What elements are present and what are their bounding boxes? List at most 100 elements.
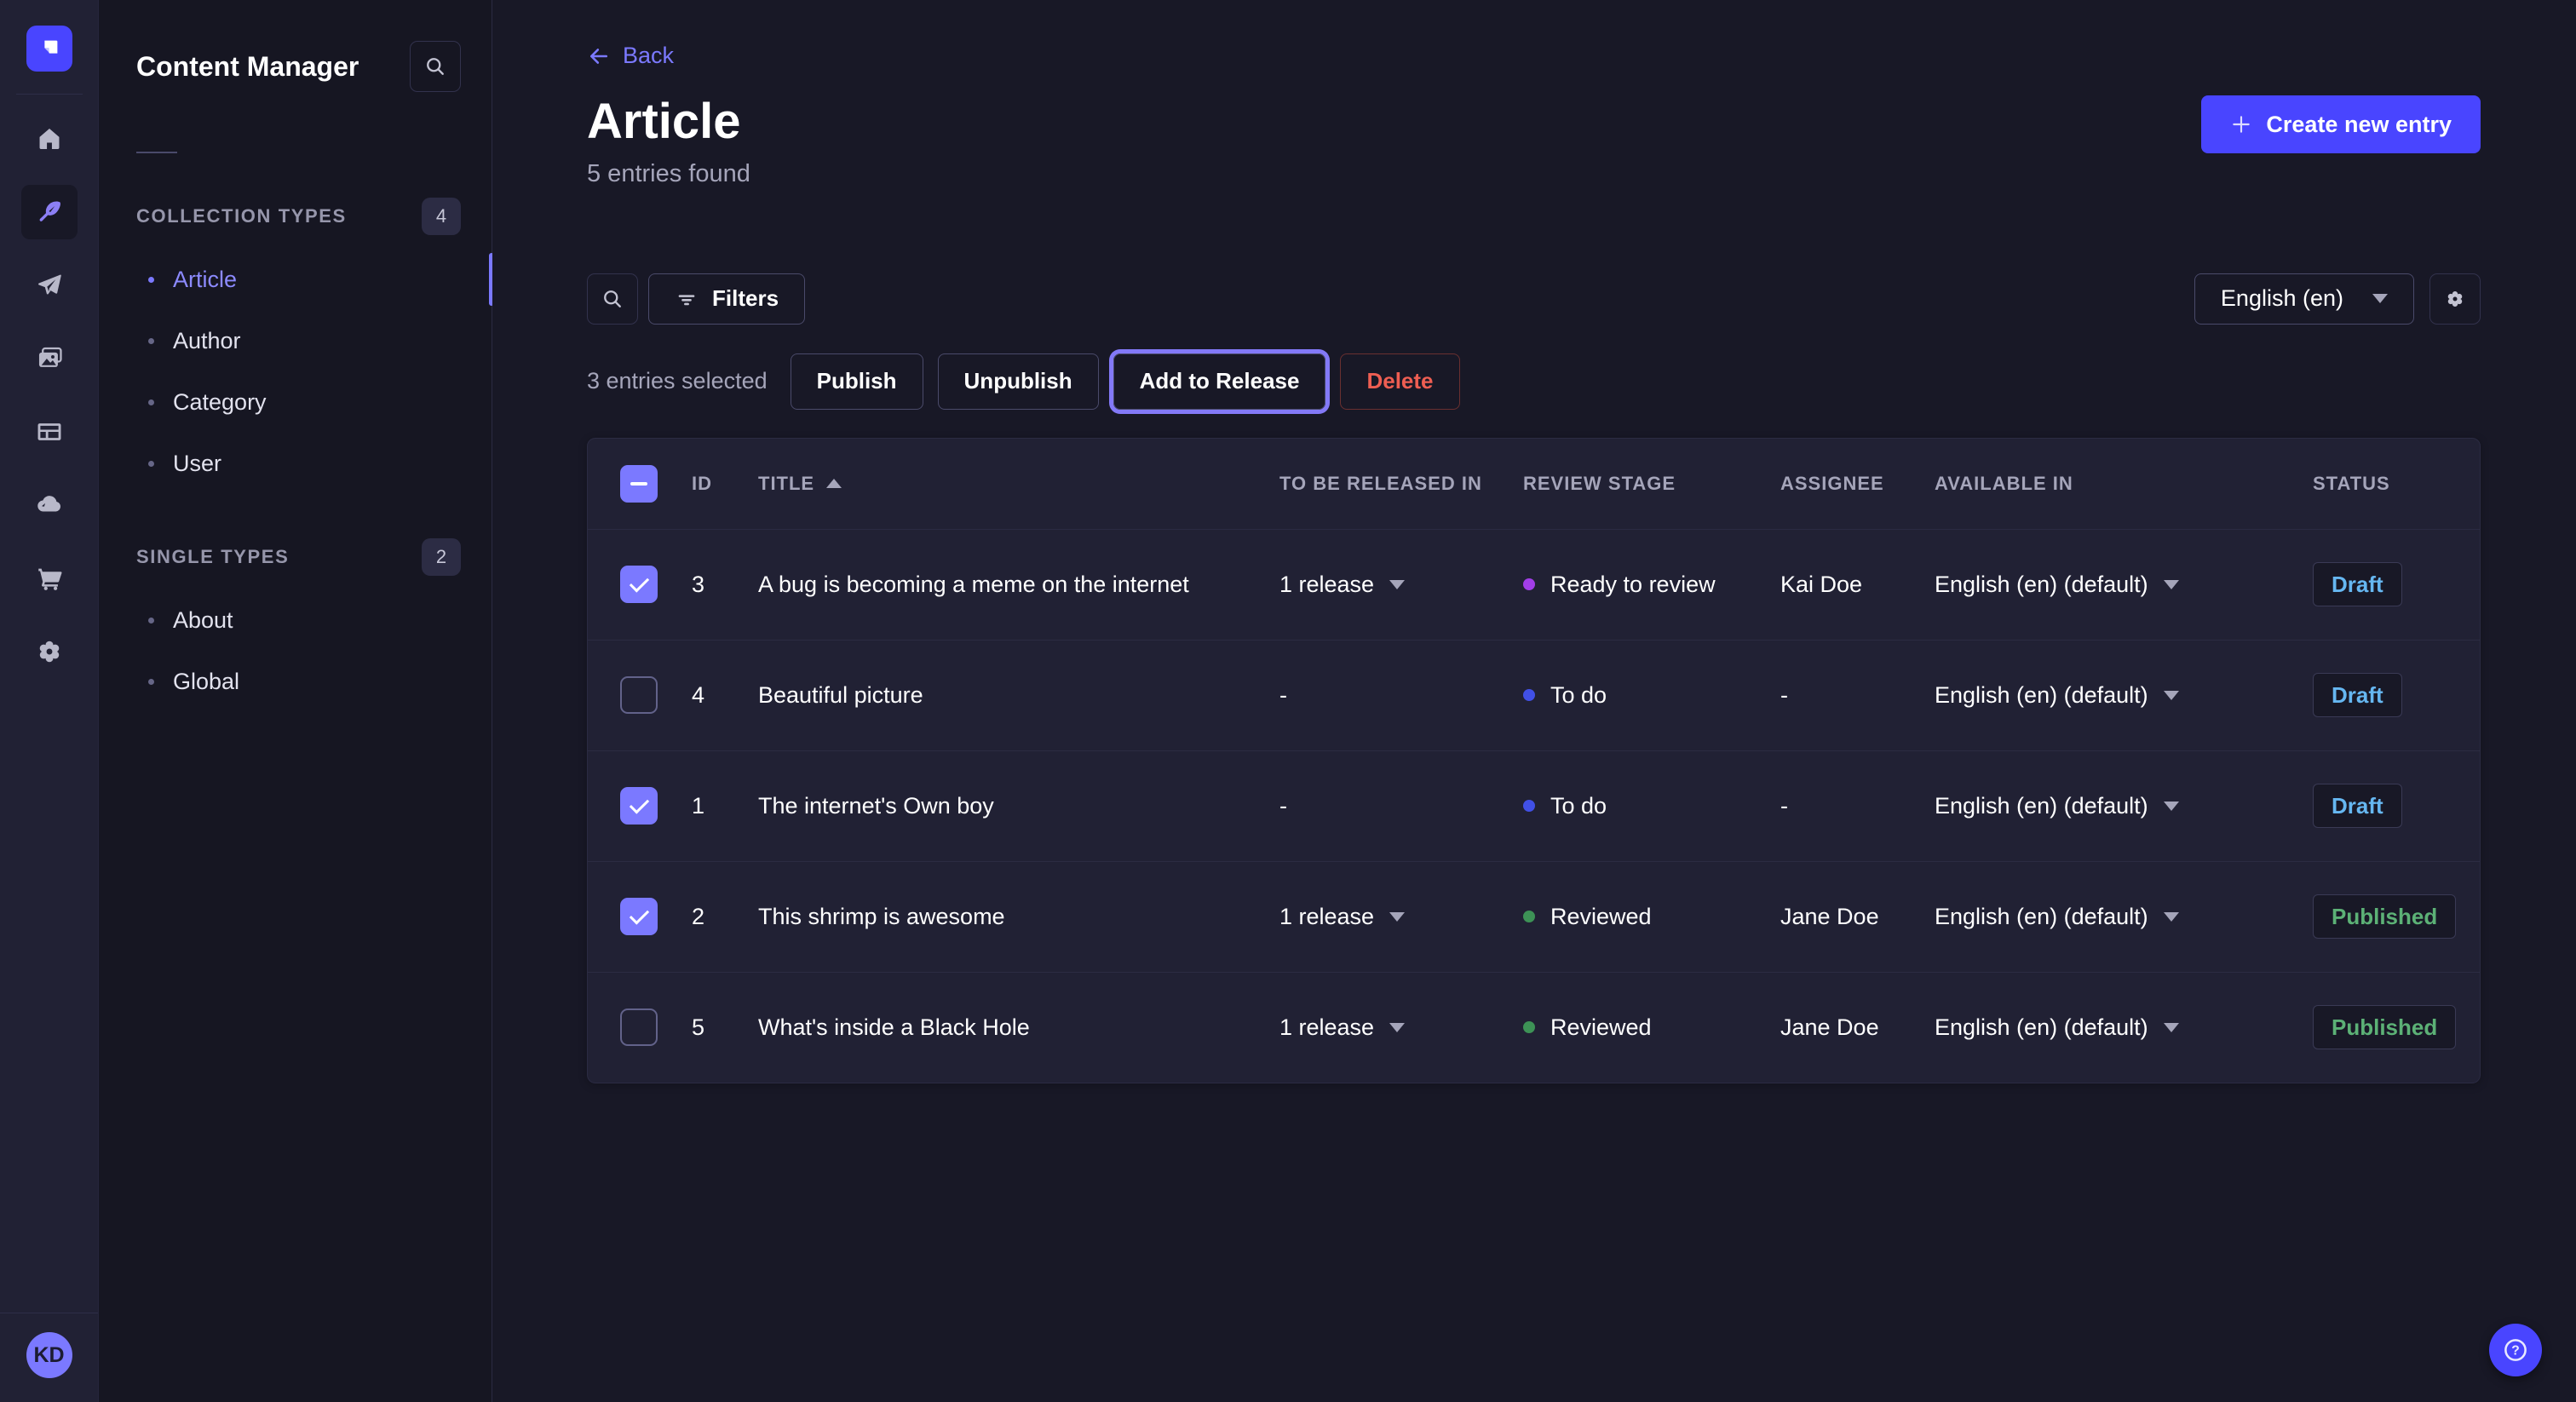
media-library-button[interactable] (21, 331, 78, 386)
deploy-cloud-button[interactable] (21, 478, 78, 532)
page-title: Article (587, 93, 2481, 150)
gear-icon (2442, 286, 2468, 312)
entry-title: What's inside a Black Hole (758, 1014, 1279, 1041)
sidebar-title: Content Manager (136, 51, 359, 83)
row-checkbox[interactable] (620, 787, 658, 825)
entry-id: 5 (692, 1014, 758, 1041)
review-stage-label: To do (1550, 682, 1607, 709)
delete-button[interactable]: Delete (1340, 353, 1459, 410)
table-row[interactable]: 2 This shrimp is awesome 1 release Revie… (588, 861, 2480, 972)
filters-button[interactable]: Filters (648, 273, 805, 325)
strapi-logo[interactable] (26, 26, 72, 72)
plus-icon (2230, 113, 2252, 135)
view-settings-button[interactable] (2429, 273, 2481, 325)
back-label: Back (623, 43, 674, 69)
content-type-builder-button[interactable] (21, 405, 78, 459)
column-header-available[interactable]: AVAILABLE IN (1935, 473, 2313, 495)
row-checkbox[interactable] (620, 898, 658, 935)
create-new-entry-button[interactable]: Create new entry (2201, 95, 2481, 153)
sidebar-item-global[interactable]: Global (99, 651, 492, 712)
deploy-cloud-icon (34, 490, 65, 520)
available-in-cell[interactable]: English (en) (default) (1935, 682, 2313, 709)
release-cell[interactable]: - (1279, 682, 1523, 709)
locale-select[interactable]: English (en) (2194, 273, 2414, 325)
list-search-button[interactable] (587, 273, 638, 325)
review-stage-label: Ready to review (1550, 572, 1716, 598)
user-avatar[interactable]: KD (26, 1332, 72, 1378)
bullet-icon (148, 399, 154, 405)
release-cell[interactable]: 1 release (1279, 904, 1523, 930)
review-stage-label: Reviewed (1550, 1014, 1652, 1041)
releases-button[interactable] (21, 258, 78, 313)
column-header-assignee[interactable]: ASSIGNEE (1780, 473, 1935, 495)
table-row[interactable]: 5 What's inside a Black Hole 1 release R… (588, 972, 2480, 1083)
home-button[interactable] (21, 112, 78, 166)
sidebar-search-button[interactable] (410, 41, 461, 92)
row-checkbox[interactable] (620, 566, 658, 603)
table-row[interactable]: 3 A bug is becoming a meme on the intern… (588, 529, 2480, 640)
selection-bar: 3 entries selected Publish Unpublish Add… (587, 353, 2481, 410)
row-checkbox[interactable] (620, 676, 658, 714)
marketplace-icon (35, 564, 64, 593)
status-badge: Published (2313, 894, 2456, 939)
available-in-cell[interactable]: English (en) (default) (1935, 904, 2313, 930)
column-header-status[interactable]: STATUS (2313, 473, 2480, 495)
release-cell[interactable]: - (1279, 793, 1523, 819)
review-stage-cell: Reviewed (1523, 1014, 1780, 1041)
status-badge: Draft (2313, 784, 2402, 828)
release-value: 1 release (1279, 904, 1374, 930)
column-header-release[interactable]: TO BE RELEASED IN (1279, 473, 1523, 495)
media-library-icon (35, 344, 64, 373)
sidebar-item-label: Author (173, 328, 241, 354)
table-header-row: ID TITLE TO BE RELEASED IN REVIEW STAGE … (588, 439, 2480, 529)
home-icon (36, 125, 63, 152)
settings-button[interactable] (21, 624, 78, 679)
table-row[interactable]: 4 Beautiful picture - To do - English (e… (588, 640, 2480, 750)
review-stage-label: Reviewed (1550, 904, 1652, 930)
question-mark-icon: ? (2501, 1336, 2530, 1365)
row-checkbox[interactable] (620, 1008, 658, 1046)
available-in-cell[interactable]: English (en) (default) (1935, 793, 2313, 819)
sidebar-item-article[interactable]: Article (99, 249, 492, 310)
review-stage-dot (1523, 800, 1535, 812)
help-button[interactable]: ? (2489, 1324, 2542, 1376)
locale-value: English (en) (2221, 285, 2343, 312)
release-cell[interactable]: 1 release (1279, 1014, 1523, 1041)
sidebar-item-category[interactable]: Category (99, 371, 492, 433)
unpublish-button[interactable]: Unpublish (938, 353, 1099, 410)
collection-types-count: 4 (422, 198, 461, 235)
assignee-cell: Kai Doe (1780, 572, 1935, 598)
available-in-cell[interactable]: English (en) (default) (1935, 572, 2313, 598)
assignee-cell: - (1780, 682, 1935, 709)
list-toolbar: Filters English (en) (587, 273, 2481, 325)
nav-rail: KD (0, 0, 99, 1402)
content-manager-button[interactable] (21, 185, 78, 239)
sidebar-item-about[interactable]: About (99, 589, 492, 651)
select-all-checkbox[interactable] (620, 465, 658, 503)
column-header-stage[interactable]: REVIEW STAGE (1523, 473, 1780, 495)
sidebar-item-label: User (173, 451, 221, 477)
publish-button[interactable]: Publish (791, 353, 923, 410)
add-to-release-button[interactable]: Add to Release (1113, 353, 1326, 410)
column-header-id[interactable]: ID (692, 473, 758, 495)
assignee-cell: Jane Doe (1780, 904, 1935, 930)
sidebar-item-user[interactable]: User (99, 433, 492, 494)
single-types-section: SINGLE TYPES 2 About Global (99, 538, 492, 712)
entry-id: 4 (692, 682, 758, 709)
chevron-down-icon (2164, 580, 2179, 589)
rail-bottom: KD (0, 1313, 98, 1402)
release-cell[interactable]: 1 release (1279, 572, 1523, 598)
column-header-title[interactable]: TITLE (758, 473, 1279, 495)
filter-icon (675, 287, 699, 311)
sidebar-item-author[interactable]: Author (99, 310, 492, 371)
available-in-cell[interactable]: English (en) (default) (1935, 1014, 2313, 1041)
marketplace-button[interactable] (21, 551, 78, 606)
single-types-count: 2 (422, 538, 461, 576)
collection-types-label: COLLECTION TYPES (136, 205, 347, 227)
back-link[interactable]: Back (587, 43, 674, 69)
table-row[interactable]: 1 The internet's Own boy - To do - Engli… (588, 750, 2480, 861)
column-header-title-label: TITLE (758, 473, 814, 495)
available-in-value: English (en) (default) (1935, 682, 2148, 709)
assignee-cell: Jane Doe (1780, 1014, 1935, 1041)
create-new-entry-label: Create new entry (2266, 112, 2452, 138)
